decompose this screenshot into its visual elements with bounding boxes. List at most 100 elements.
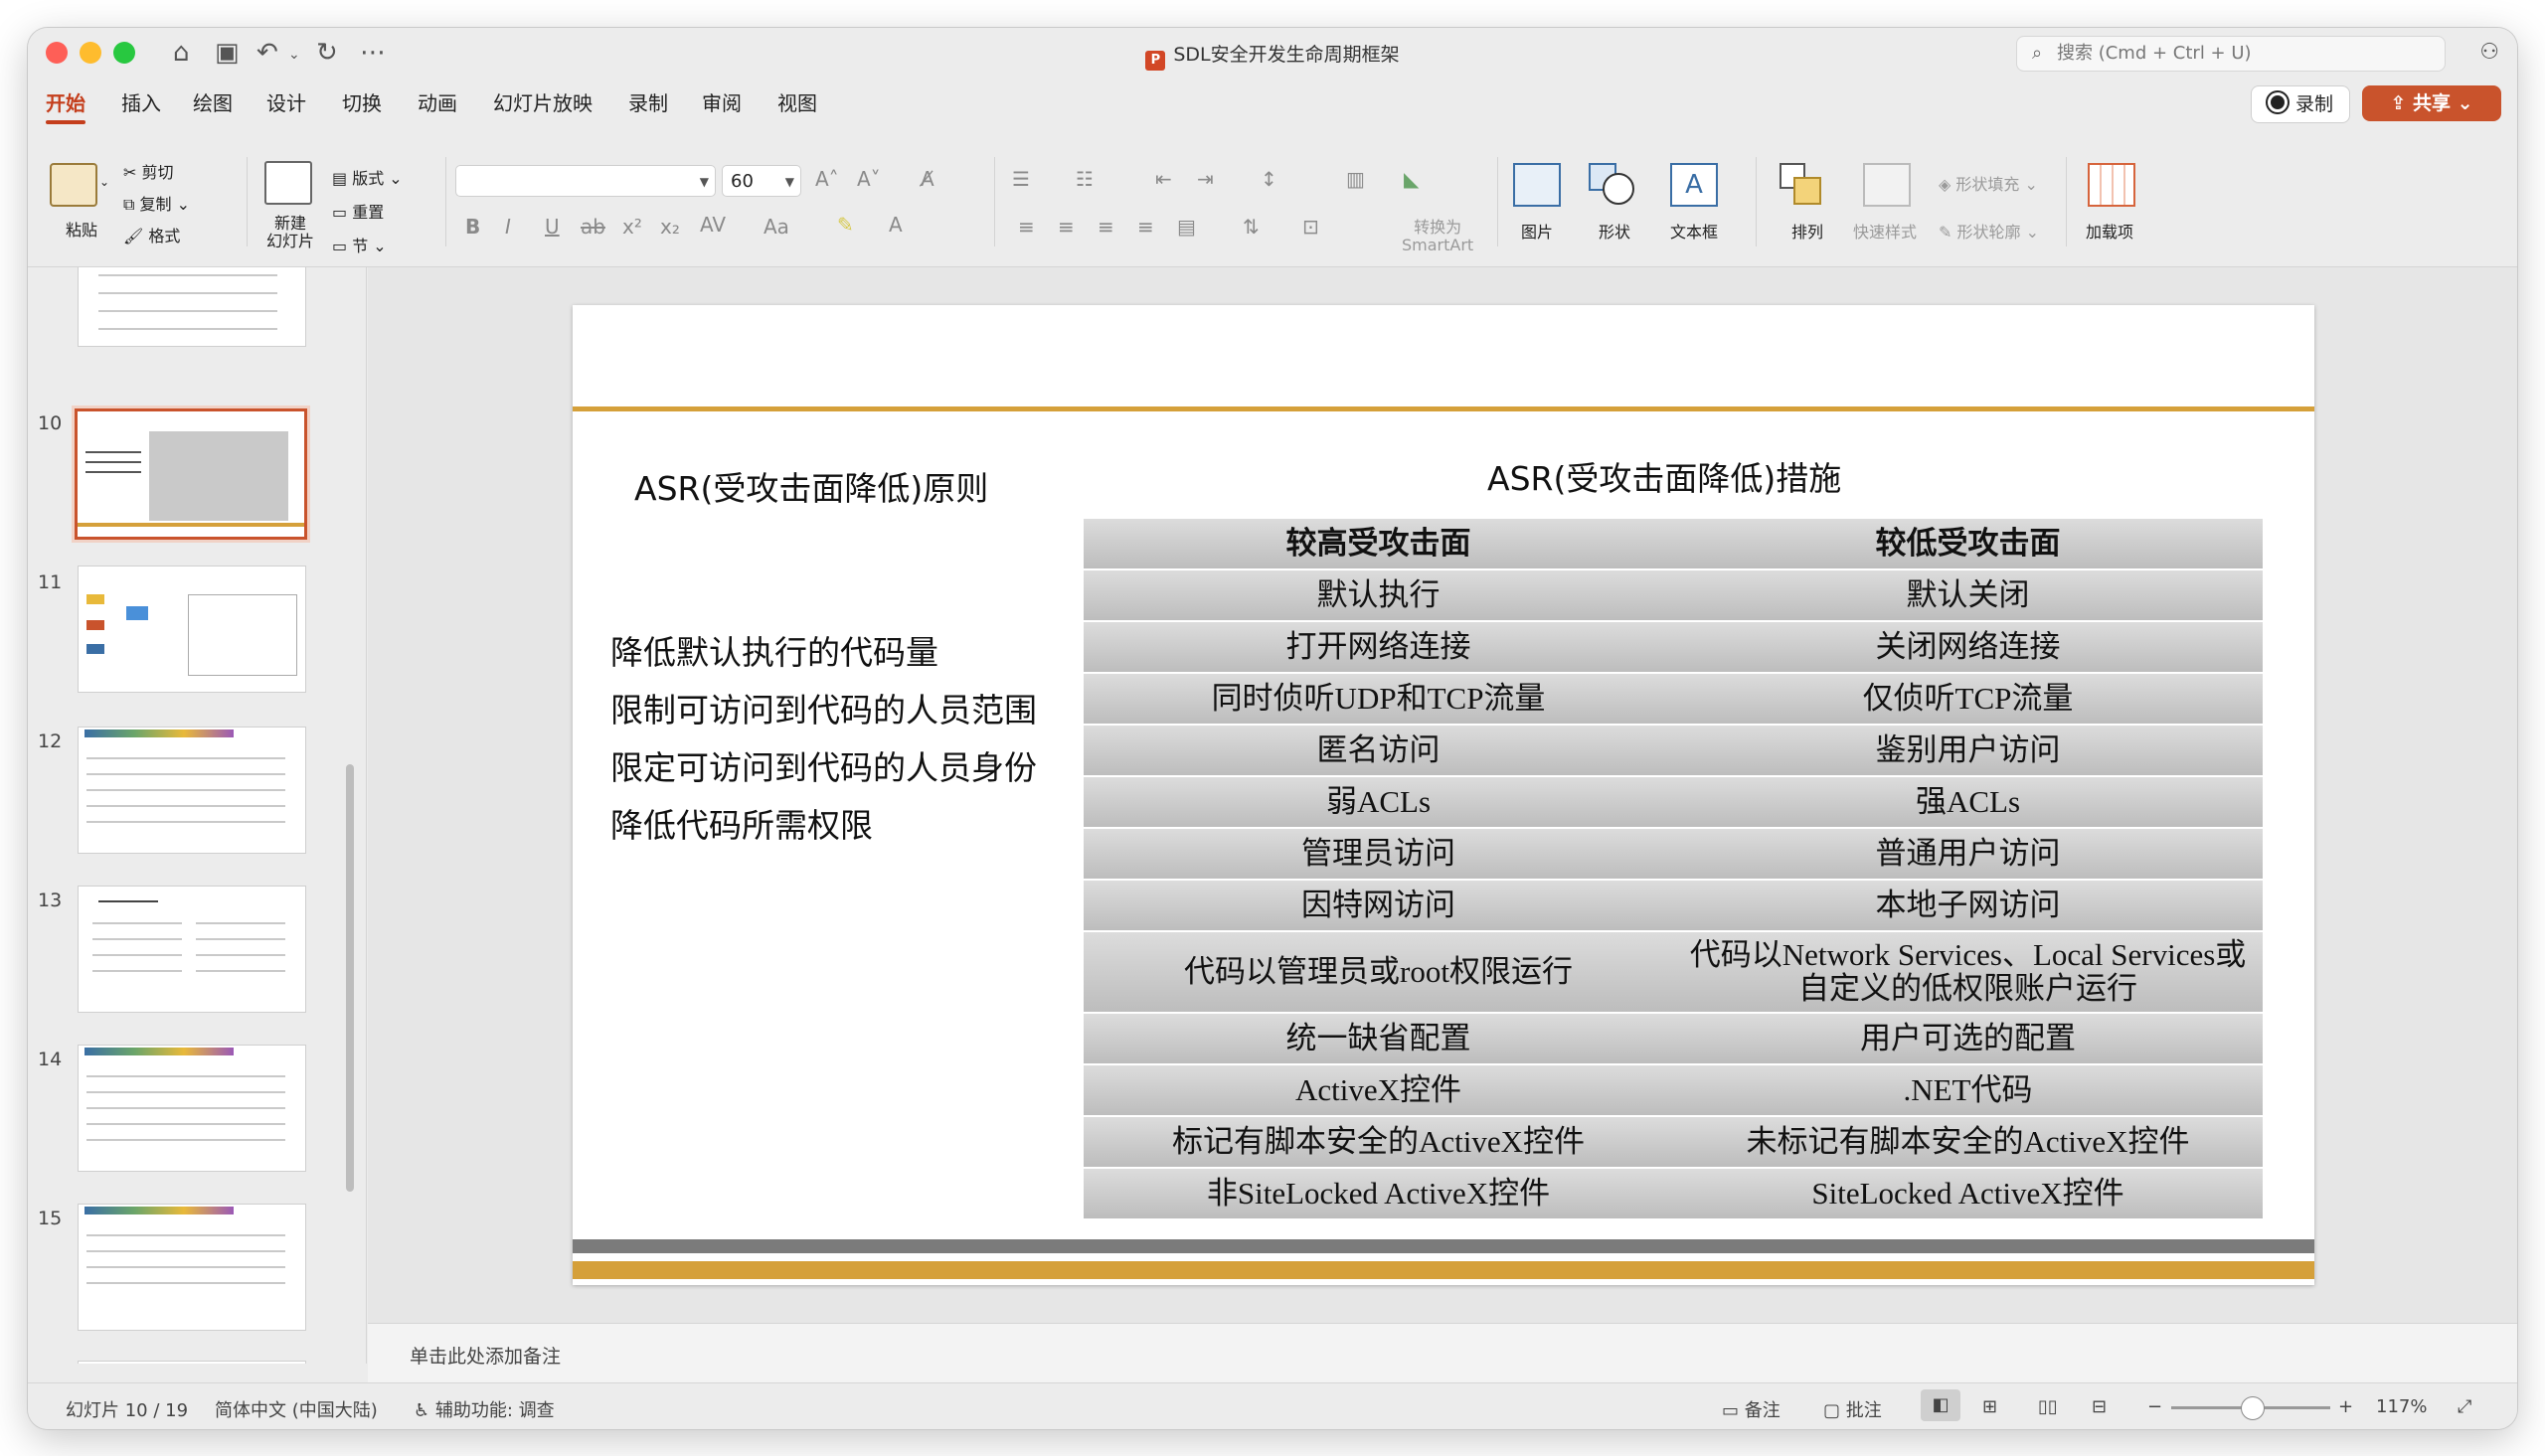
textbox-icon[interactable]: A <box>1670 163 1718 207</box>
align-center-icon[interactable]: ≡ <box>1058 215 1075 239</box>
zoom-in-icon[interactable]: + <box>2338 1396 2353 1417</box>
tab-record[interactable]: 录制 <box>628 87 668 116</box>
distribute-icon[interactable]: ▤ <box>1177 215 1196 239</box>
measures-title[interactable]: ASR(受攻击面降低)措施 <box>1487 452 1841 500</box>
principle-item[interactable]: 降低默认执行的代码量 <box>610 626 938 674</box>
numbering-icon[interactable]: ☷ <box>1076 167 1094 191</box>
account-icon[interactable]: ⚇ <box>2479 38 2499 68</box>
align-text-icon[interactable]: ⊡ <box>1302 215 1319 239</box>
zoom-slider-handle[interactable] <box>2241 1396 2265 1420</box>
table-cell: SiteLocked ActiveX控件 <box>1811 1175 2124 1211</box>
reset-button[interactable]: ▭ 重置 <box>332 199 384 223</box>
principle-item[interactable]: 限定可访问到代码的人员身份 <box>610 741 1037 789</box>
tab-draw[interactable]: 绘图 <box>193 87 233 116</box>
comment-icon: ▢ <box>1823 1400 1846 1421</box>
fit-to-window-icon[interactable]: ⤢ <box>2458 1396 2471 1417</box>
decrease-indent-icon[interactable]: ⇤ <box>1155 167 1172 191</box>
change-case-icon[interactable]: Aa <box>764 215 789 239</box>
shapes-icon[interactable] <box>1589 163 1634 205</box>
superscript-icon[interactable]: x² <box>622 215 642 239</box>
reset-icon: ▭ <box>332 203 353 222</box>
record-label: 录制 <box>2294 93 2333 115</box>
bullets-icon[interactable]: ☰ <box>1012 167 1030 191</box>
line-spacing-icon[interactable]: ↕ <box>1261 167 1277 191</box>
align-right-icon[interactable]: ≡ <box>1098 215 1114 239</box>
font-color-icon[interactable]: A <box>889 213 903 237</box>
slide-thumbnail-15[interactable] <box>78 1204 306 1331</box>
thumbnail-scrollbar[interactable] <box>346 764 354 1192</box>
slide-thumbnail-11[interactable] <box>78 566 306 693</box>
section-button[interactable]: ▭ 节 ⌄ <box>332 233 387 256</box>
char-spacing-icon[interactable]: AV <box>700 213 726 237</box>
slideshow-view-icon[interactable]: ⊟ <box>2092 1396 2107 1417</box>
slide-thumbnail-12[interactable] <box>78 727 306 854</box>
smartart-icon[interactable]: ◣ <box>1404 167 1419 191</box>
tab-design[interactable]: 设计 <box>266 87 306 116</box>
principle-item[interactable]: 降低代码所需权限 <box>610 799 873 847</box>
tab-review[interactable]: 审阅 <box>702 87 742 116</box>
slide-thumbnail-9[interactable] <box>78 267 306 347</box>
text-direction-icon[interactable]: ⇅ <box>1243 215 1260 239</box>
justify-icon[interactable]: ≡ <box>1137 215 1154 239</box>
slide-sorter-icon[interactable]: ⊞ <box>1982 1396 1997 1417</box>
principle-title[interactable]: ASR(受攻击面降低)原则 <box>634 462 988 510</box>
tab-home[interactable]: 开始 <box>46 87 85 124</box>
search-box[interactable]: ⌕ 搜索 (Cmd + Ctrl + U) <box>2016 36 2446 72</box>
zoom-level[interactable]: 117% <box>2376 1396 2427 1417</box>
addins-icon[interactable] <box>2088 163 2135 207</box>
quick-styles-icon[interactable] <box>1863 163 1911 207</box>
bold-icon[interactable]: B <box>465 215 480 239</box>
strikethrough-icon[interactable]: ab <box>581 215 605 239</box>
font-family-select[interactable]: ▼ <box>455 165 716 197</box>
underline-icon[interactable]: U <box>545 215 560 239</box>
reset-label: 重置 <box>352 203 385 222</box>
slide-number: 11 <box>38 571 63 593</box>
normal-view-icon[interactable]: ◧ <box>1921 1389 1960 1421</box>
clear-format-icon[interactable]: A̸ <box>921 167 934 191</box>
picture-icon[interactable] <box>1513 163 1561 207</box>
increase-font-icon[interactable]: A˄ <box>815 167 839 191</box>
comments-button[interactable]: ▢ 批注 <box>1823 1396 1882 1422</box>
table-cell: 用户可选的配置 <box>1860 1020 2076 1055</box>
slide-thumbnail-10[interactable] <box>75 408 307 540</box>
slide-bottom-gray-rule <box>573 1239 2314 1253</box>
tab-transitions[interactable]: 切换 <box>342 87 382 116</box>
zoom-out-icon[interactable]: − <box>2147 1396 2162 1417</box>
notes-pane[interactable]: 单击此处添加备注 <box>368 1323 2517 1383</box>
accessibility-button[interactable]: ♿ 辅助功能: 调查 <box>414 1396 555 1422</box>
increase-indent-icon[interactable]: ⇥ <box>1197 167 1214 191</box>
copy-button[interactable]: ⧉ 复制 ⌄ <box>123 191 190 215</box>
italic-icon[interactable]: I <box>505 215 511 239</box>
notes-toggle-button[interactable]: ▭ 备注 <box>1722 1396 1781 1422</box>
reading-view-icon[interactable]: ▯▯ <box>2038 1396 2058 1417</box>
new-slide-icon[interactable] <box>264 161 312 205</box>
cut-button[interactable]: ✂ 剪切 <box>123 159 174 183</box>
paste-icon[interactable] <box>50 163 97 207</box>
slide-thumbnail-14[interactable] <box>78 1045 306 1172</box>
highlight-icon[interactable]: ✎ <box>837 213 854 237</box>
slide-counter: 幻灯片 10 / 19 <box>66 1400 189 1421</box>
align-left-icon[interactable]: ≡ <box>1018 215 1035 239</box>
tab-slideshow[interactable]: 幻灯片放映 <box>493 87 593 116</box>
tab-insert[interactable]: 插入 <box>121 87 161 116</box>
decrease-font-icon[interactable]: A˅ <box>857 167 881 191</box>
format-painter-button[interactable]: 🖌 格式 <box>123 223 180 246</box>
principle-item[interactable]: 限制可访问到代码的人员范围 <box>610 684 1037 731</box>
slide-thumbnail-16[interactable] <box>78 1361 306 1364</box>
tab-view[interactable]: 视图 <box>777 87 817 116</box>
accessibility-label: 辅助功能: 调查 <box>434 1400 555 1421</box>
record-button[interactable]: 录制 <box>2251 85 2350 123</box>
layout-button[interactable]: ▤ 版式 ⌄ <box>332 165 403 189</box>
paste-dropdown-icon[interactable]: ⌄ <box>99 175 109 189</box>
arrange-icon[interactable] <box>1780 163 1823 205</box>
columns-icon[interactable]: ▥ <box>1346 167 1365 191</box>
font-size-select[interactable]: 60 ▼ <box>722 165 801 197</box>
shape-fill-button[interactable]: ◈ 形状填充 ⌄ <box>1939 171 2038 195</box>
subscript-icon[interactable]: x₂ <box>660 215 680 239</box>
tab-animations[interactable]: 动画 <box>418 87 457 116</box>
share-button[interactable]: ⇪ 共享 ⌄ <box>2362 85 2501 121</box>
slide-thumbnail-13[interactable] <box>78 886 306 1013</box>
current-slide[interactable]: ASR(受攻击面降低)原则 降低默认执行的代码量 限制可访问到代码的人员范围 限… <box>573 305 2314 1285</box>
language-indicator[interactable]: 简体中文 (中国大陆) <box>215 1396 378 1422</box>
shape-outline-button[interactable]: ✎ 形状轮廓 ⌄ <box>1939 219 2039 243</box>
